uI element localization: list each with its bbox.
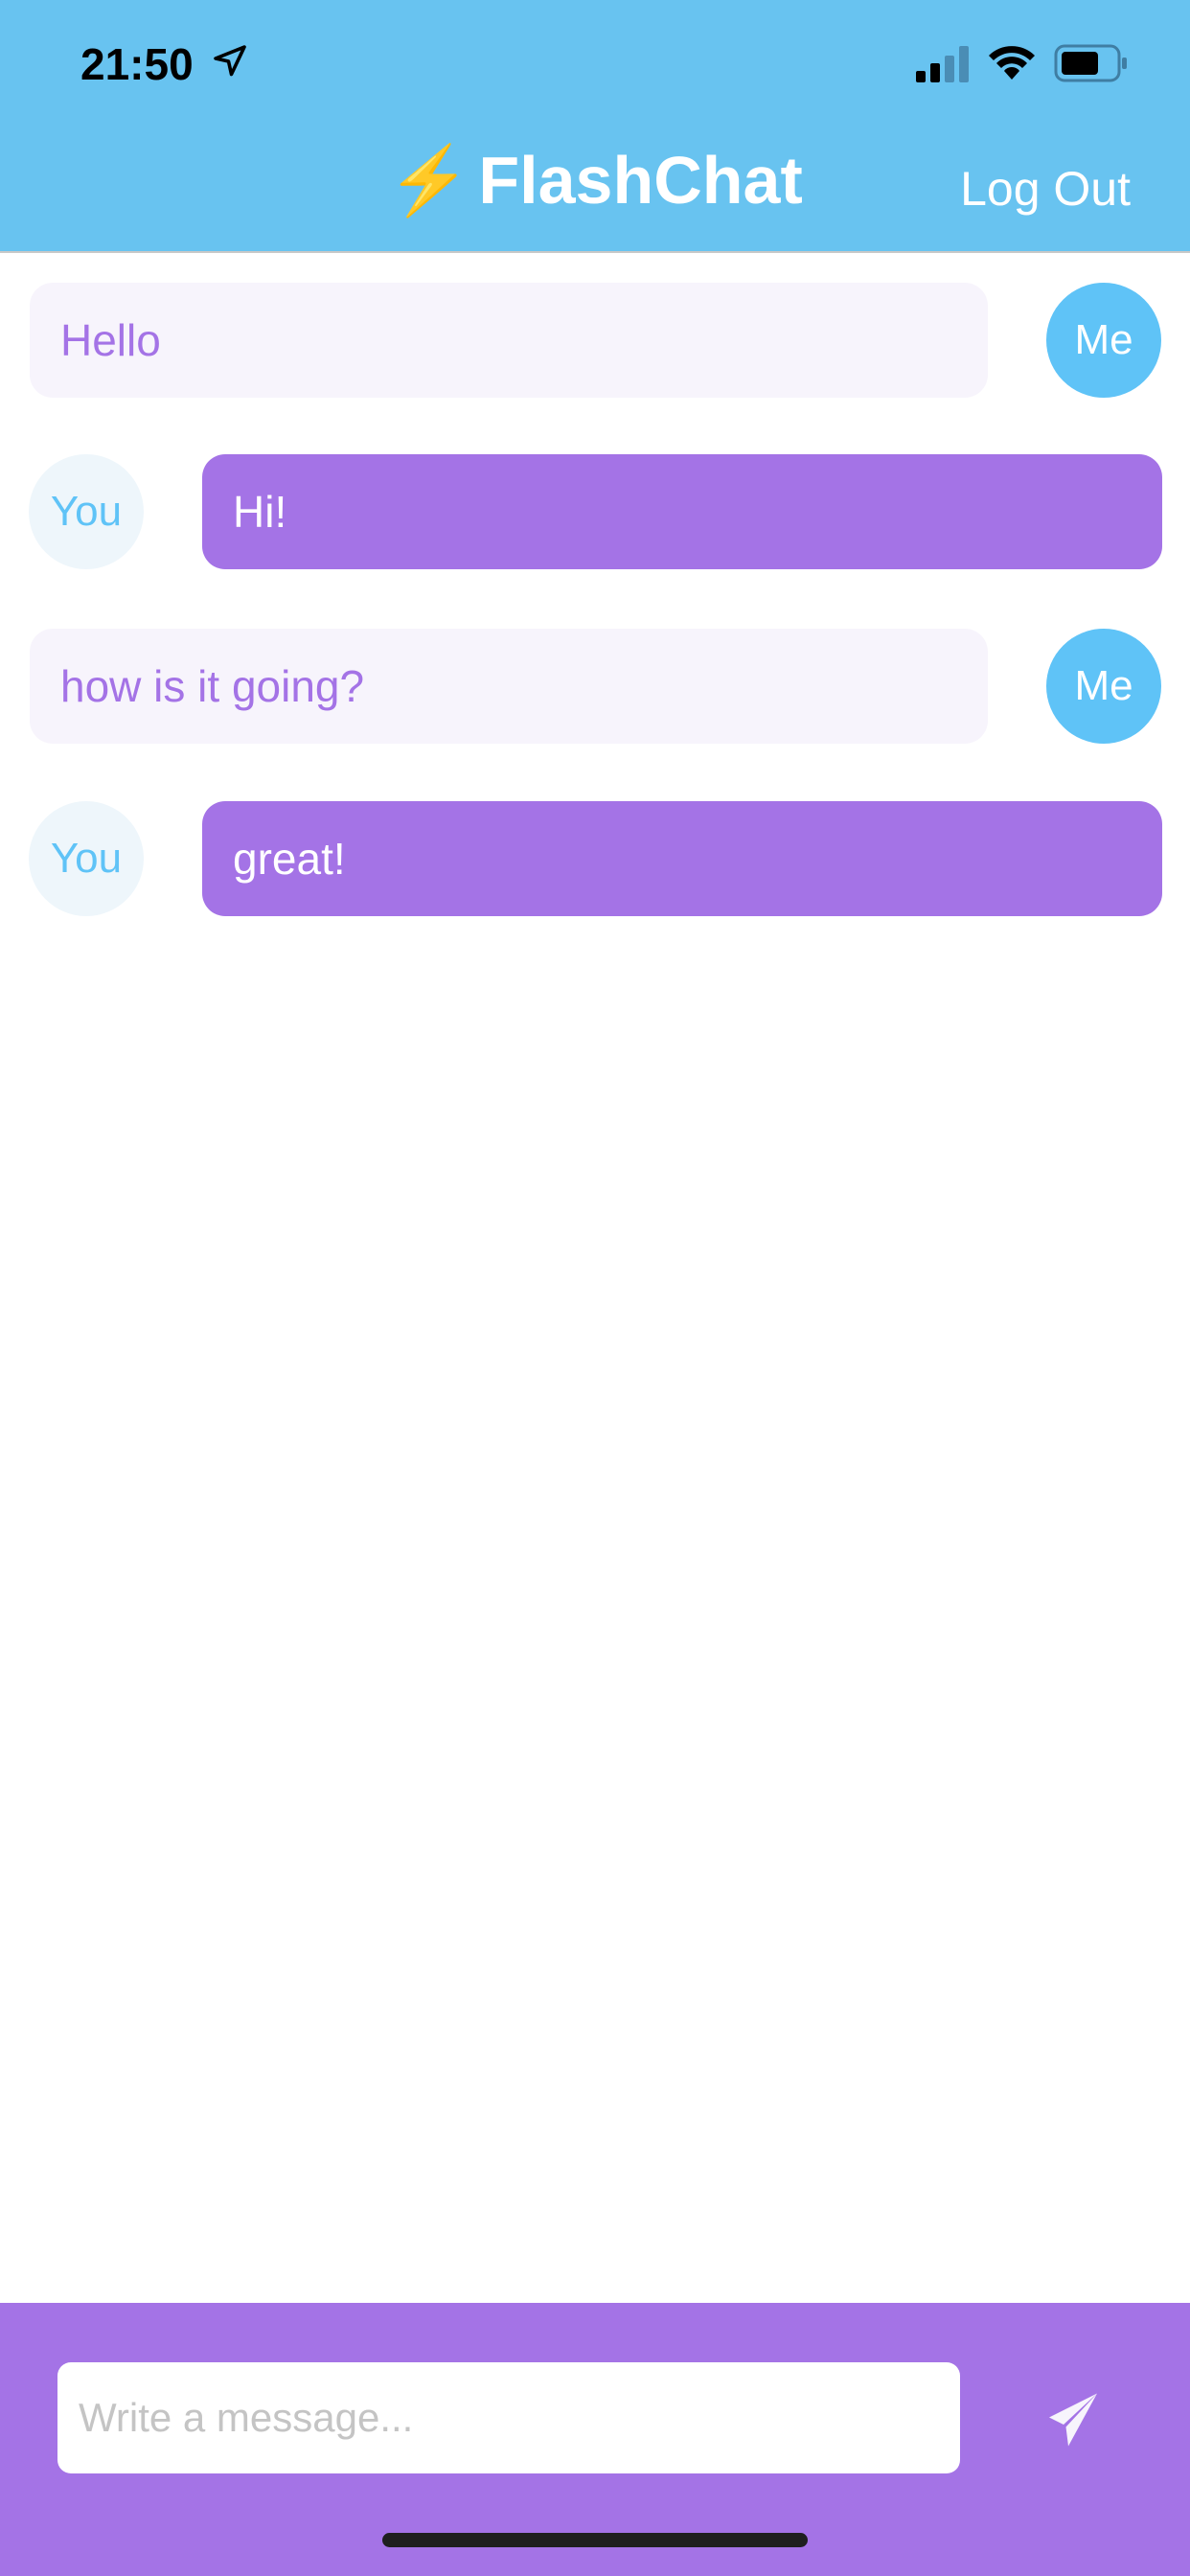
composer-bar: [0, 2303, 1190, 2576]
cellular-signal-icon: [916, 46, 969, 82]
battery-icon: [1054, 44, 1127, 82]
avatar: Me: [1046, 629, 1161, 744]
message-row: You great!: [0, 801, 1190, 916]
message-bubble: great!: [202, 801, 1162, 916]
message-bubble: how is it going?: [30, 629, 988, 744]
message-bubble: Hello: [30, 283, 988, 398]
home-indicator: [382, 2533, 808, 2547]
wifi-icon: [989, 46, 1035, 80]
lightning-bolt-icon: ⚡: [387, 143, 471, 218]
send-button[interactable]: [1044, 2391, 1102, 2449]
message-bubble: Hi!: [202, 454, 1162, 569]
message-row: how is it going? Me: [0, 629, 1190, 744]
location-arrow-icon: [214, 45, 246, 77]
app-title-text: FlashChat: [478, 143, 803, 218]
message-row: You Hi!: [0, 454, 1190, 569]
avatar: You: [29, 801, 144, 916]
avatar: Me: [1046, 283, 1161, 398]
nav-header: 21:50 ⚡ FlashChat Log Out: [0, 0, 1190, 253]
log-out-button[interactable]: Log Out: [960, 161, 1131, 217]
status-time: 21:50: [80, 39, 194, 89]
message-input[interactable]: [57, 2362, 960, 2473]
message-row: Hello Me: [0, 283, 1190, 398]
avatar: You: [29, 454, 144, 569]
